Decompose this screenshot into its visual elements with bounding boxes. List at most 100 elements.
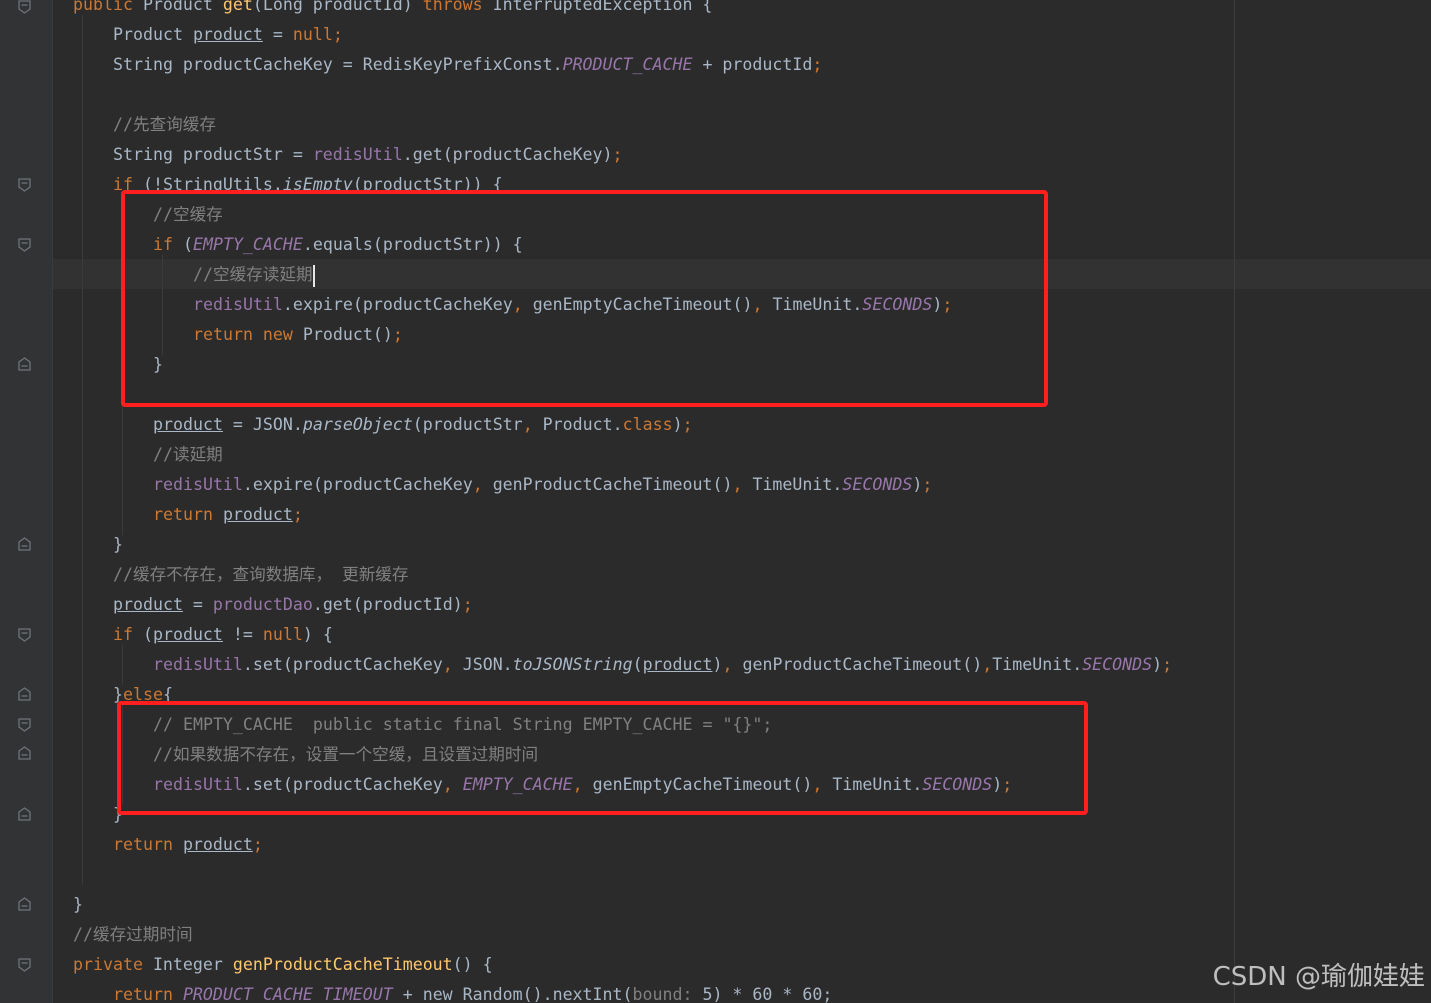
code-token: + new Random().nextInt( <box>392 985 633 1003</box>
code-token: class <box>622 415 673 434</box>
code-line[interactable]: redisUtil.expire(productCacheKey, genPro… <box>153 470 932 500</box>
code-token: ; <box>252 835 263 854</box>
code-token: != <box>222 625 263 644</box>
code-token: String productStr = <box>113 145 313 164</box>
code-token: return <box>113 835 183 854</box>
code-token: .set(productCacheKey <box>242 655 443 674</box>
fold-end-icon[interactable] <box>18 807 31 821</box>
code-token: (Long productId) <box>252 0 423 14</box>
code-token: ) { <box>302 625 333 644</box>
code-comment: //先查询缓存 <box>113 115 216 134</box>
code-line[interactable]: } <box>113 530 123 560</box>
code-line[interactable]: } <box>73 890 83 920</box>
code-token: ) <box>912 475 923 494</box>
code-token: return <box>153 505 223 524</box>
indent-guide <box>82 15 83 885</box>
code-token: , <box>722 655 743 674</box>
code-line[interactable]: product = productDao.get(productId); <box>113 590 473 620</box>
code-token: ; <box>682 415 693 434</box>
highlight-box-empty-cache-check <box>121 190 1048 407</box>
code-token: ; <box>332 25 343 44</box>
code-token: ; <box>922 475 933 494</box>
fold-end-icon[interactable] <box>18 746 31 760</box>
code-line[interactable]: return product; <box>113 830 263 860</box>
code-token: public <box>73 0 143 14</box>
code-token: ; <box>292 505 303 524</box>
code-token: null <box>262 625 303 644</box>
fold-end-icon[interactable] <box>18 897 31 911</box>
code-token: get <box>222 0 253 14</box>
code-token: () { <box>452 955 493 974</box>
fold-marker-icon[interactable] <box>18 958 31 972</box>
code-token: productDao <box>212 595 313 614</box>
code-token: private <box>73 955 153 974</box>
code-token: Product. <box>542 415 623 434</box>
code-token: Integer <box>152 955 233 974</box>
fold-end-icon[interactable] <box>18 537 31 551</box>
code-token: Product <box>142 0 223 14</box>
fold-end-icon[interactable] <box>18 687 31 701</box>
fold-marker-icon[interactable] <box>18 0 31 14</box>
code-comment: //缓存不存在，查询数据库， 更新缓存 <box>113 565 409 584</box>
code-token: genProductCacheTimeout <box>232 955 453 974</box>
code-token: TimeUnit. <box>752 475 843 494</box>
code-line[interactable]: //缓存不存在，查询数据库， 更新缓存 <box>113 560 408 590</box>
code-line[interactable]: private Integer genProductCacheTimeout()… <box>73 950 493 980</box>
code-token: product <box>113 595 183 614</box>
code-token: ; <box>812 55 823 74</box>
code-line[interactable]: //读延期 <box>153 440 223 470</box>
code-token: product <box>153 415 223 434</box>
code-token: SECONDS <box>1082 655 1153 674</box>
code-token: Product <box>113 25 193 44</box>
code-line[interactable]: Product product = null; <box>113 20 343 50</box>
code-token: , <box>472 475 493 494</box>
code-token: = <box>262 25 293 44</box>
code-token: PRODUCT_CACHE_TIMEOUT <box>182 985 393 1003</box>
code-line[interactable]: //缓存过期时间 <box>73 920 193 950</box>
code-line[interactable]: //先查询缓存 <box>113 110 216 140</box>
code-token: redisUtil <box>312 145 403 164</box>
code-line[interactable]: if (product != null) { <box>113 620 333 650</box>
code-line[interactable]: String productCacheKey = RedisKeyPrefixC… <box>113 50 822 80</box>
code-line[interactable]: String productStr = redisUtil.get(produc… <box>113 140 623 170</box>
editor-gutter <box>0 0 53 1003</box>
code-token: SECONDS <box>842 475 913 494</box>
code-token: product <box>222 505 293 524</box>
code-token: TimeUnit. <box>992 655 1083 674</box>
code-token: (productStr <box>412 415 523 434</box>
code-token: ) <box>712 655 723 674</box>
code-token: , <box>732 475 753 494</box>
code-token: ) <box>672 415 683 434</box>
fold-marker-icon[interactable] <box>18 238 31 252</box>
code-token: } <box>73 895 83 914</box>
code-token: JSON. <box>462 655 513 674</box>
code-token: throws <box>422 0 493 14</box>
code-token: product <box>152 625 223 644</box>
fold-end-icon[interactable] <box>18 357 31 371</box>
fold-marker-icon[interactable] <box>18 178 31 192</box>
code-token: String productCacheKey = RedisKeyPrefixC… <box>113 55 563 74</box>
code-comment: //读延期 <box>153 445 223 464</box>
fold-marker-icon[interactable] <box>18 628 31 642</box>
code-token: InterruptedException { <box>492 0 713 14</box>
code-line[interactable]: redisUtil.set(productCacheKey, JSON.toJS… <box>153 650 1172 680</box>
code-line[interactable]: public Product get(Long productId) throw… <box>73 0 712 20</box>
code-line[interactable]: return PRODUCT_CACHE_TIMEOUT + new Rando… <box>113 980 832 1003</box>
code-comment: //缓存过期时间 <box>73 925 193 944</box>
code-token: redisUtil <box>153 475 243 494</box>
code-token: product <box>182 835 253 854</box>
code-token: ; <box>462 595 473 614</box>
code-token: } <box>113 535 123 554</box>
code-token: ( <box>142 625 153 644</box>
code-token: genProductCacheTimeout() <box>492 475 733 494</box>
code-token: = <box>182 595 213 614</box>
code-token: PRODUCT_CACHE <box>562 55 693 74</box>
code-line[interactable]: product = JSON.parseObject(productStr, P… <box>153 410 693 440</box>
code-token: return <box>113 985 183 1003</box>
code-token: toJSONString <box>512 655 633 674</box>
code-line[interactable]: return product; <box>153 500 303 530</box>
code-token: , <box>442 655 463 674</box>
code-token: + productId <box>692 55 813 74</box>
fold-marker-icon[interactable] <box>18 718 31 732</box>
code-editor[interactable]: public Product get(Long productId) throw… <box>0 0 1431 1003</box>
